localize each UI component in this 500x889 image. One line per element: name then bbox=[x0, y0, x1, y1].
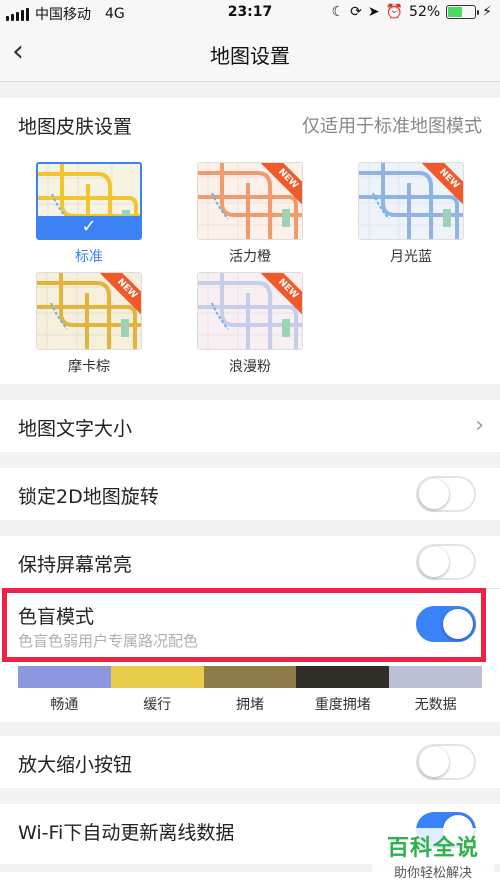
wifi-update-label: Wi-Fi下自动更新离线数据 bbox=[18, 822, 235, 844]
watermark: 百科全说 助你轻松解决 bbox=[372, 828, 494, 884]
legend-swatch-congested bbox=[203, 666, 297, 688]
text-size-label: 地图文字大小 bbox=[18, 418, 133, 440]
highlight-box bbox=[2, 588, 486, 662]
skin-option-blue[interactable]: NEW 月光蓝 bbox=[358, 162, 464, 266]
chevron-right-icon: › bbox=[475, 413, 484, 438]
navigation-bar: ‹ 地图设置 bbox=[0, 26, 500, 82]
keep-screen-on-toggle[interactable] bbox=[416, 544, 476, 580]
zoom-buttons-label: 放大缩小按钮 bbox=[18, 754, 133, 776]
legend-label: 畅通 bbox=[50, 697, 79, 713]
legend-swatch-slow bbox=[110, 666, 204, 688]
traffic-legend-labels: 畅通 缓行 拥堵 重度拥堵 无数据 bbox=[18, 694, 482, 714]
alarm-icon: ⏰ bbox=[385, 4, 404, 20]
status-bar: 中国移动 4G 23:17 ☾ ⟳ ➤ ⏰ 52% ⚡ bbox=[0, 0, 500, 26]
page-title: 地图设置 bbox=[210, 44, 290, 68]
legend-swatch-nodata bbox=[389, 666, 482, 688]
keep-screen-on-label: 保持屏幕常亮 bbox=[18, 554, 133, 576]
skin-section: 地图皮肤设置 仅适用于标准地图模式 ✓ 标准 NEW 活力橙 NEW 月光蓝 N… bbox=[0, 98, 500, 384]
skin-section-note: 仅适用于标准地图模式 bbox=[302, 116, 482, 137]
traffic-legend bbox=[18, 666, 482, 688]
skin-option-mocha[interactable]: NEW 摩卡棕 bbox=[36, 272, 142, 376]
legend-label: 缓行 bbox=[143, 697, 172, 713]
charging-icon: ⚡ bbox=[482, 4, 492, 20]
skin-option-standard[interactable]: ✓ 标准 bbox=[36, 162, 142, 266]
skin-label-orange: 活力橙 bbox=[229, 249, 271, 265]
moon-icon: ☾ bbox=[331, 4, 345, 20]
status-right: ☾ ⟳ ➤ ⏰ 52% ⚡ bbox=[332, 4, 492, 20]
legend-label: 无数据 bbox=[414, 697, 457, 713]
skin-label-mocha: 摩卡棕 bbox=[68, 359, 110, 375]
watermark-subtitle: 助你轻松解决 bbox=[393, 866, 472, 881]
lock-rotation-row: 锁定2D地图旋转 bbox=[0, 468, 500, 520]
skin-label-pink: 浪漫粉 bbox=[229, 359, 271, 375]
watermark-title: 百科全说 bbox=[386, 836, 479, 861]
zoom-buttons-toggle[interactable] bbox=[416, 744, 476, 780]
skin-thumbnail: ✓ bbox=[36, 162, 142, 240]
skin-option-pink[interactable]: NEW 浪漫粉 bbox=[197, 272, 303, 376]
toggle-knob bbox=[419, 479, 449, 509]
lock-rotation-toggle[interactable] bbox=[416, 476, 476, 512]
zoom-buttons-row: 放大缩小按钮 bbox=[0, 736, 500, 788]
toggle-knob bbox=[419, 747, 449, 777]
legend-swatch-smooth bbox=[18, 666, 111, 688]
text-size-row[interactable]: 地图文字大小 › bbox=[0, 400, 500, 452]
skin-label-blue: 月光蓝 bbox=[390, 249, 432, 265]
location-arrow-icon: ➤ bbox=[367, 4, 380, 20]
legend-swatch-heavy bbox=[296, 666, 390, 688]
toggle-knob bbox=[419, 547, 449, 577]
legend-label: 拥堵 bbox=[235, 697, 264, 713]
check-icon: ✓ bbox=[38, 216, 140, 238]
skin-thumbnail: NEW bbox=[358, 162, 464, 240]
lock-rotation-label: 锁定2D地图旋转 bbox=[18, 486, 159, 508]
skin-thumbnail: NEW bbox=[197, 162, 303, 240]
legend-label: 重度拥堵 bbox=[314, 697, 371, 713]
skin-section-title: 地图皮肤设置 bbox=[18, 116, 133, 138]
battery-icon bbox=[446, 5, 480, 19]
skin-thumbnail: NEW bbox=[197, 272, 303, 350]
skin-thumbnail: NEW bbox=[36, 272, 142, 350]
skin-option-orange[interactable]: NEW 活力橙 bbox=[197, 162, 303, 266]
battery-percent: 52% bbox=[409, 4, 441, 20]
skin-label-standard: 标准 bbox=[75, 249, 103, 265]
lock-rotation-icon: ⟳ bbox=[350, 4, 362, 20]
